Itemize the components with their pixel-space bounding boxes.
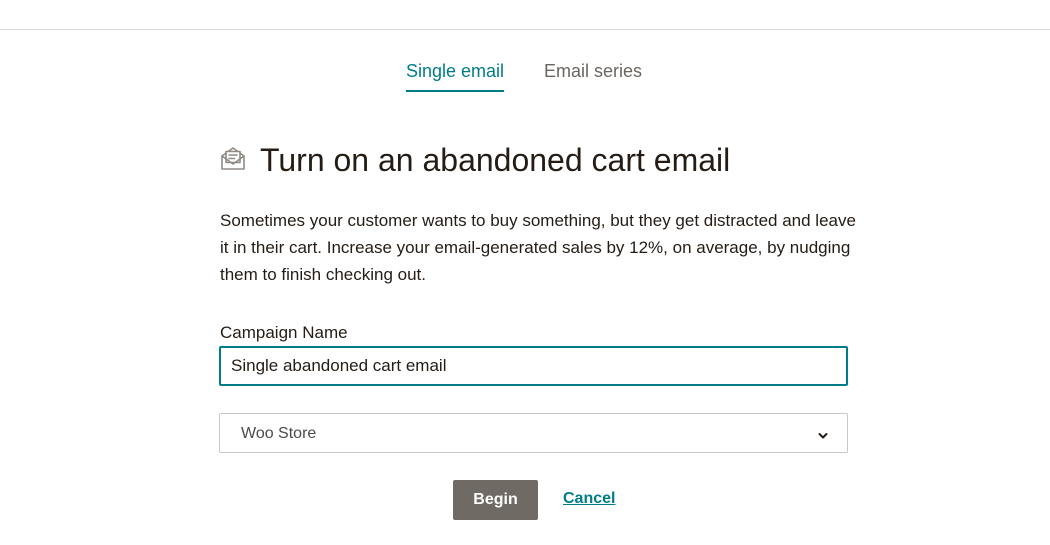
campaign-name-label: Campaign Name — [220, 323, 348, 342]
description-text: Sometimes your customer wants to buy som… — [220, 211, 856, 284]
envelope-letter-icon — [219, 145, 247, 173]
campaign-name-input[interactable] — [219, 346, 848, 386]
begin-button[interactable]: Begin — [453, 480, 538, 520]
page-title: Turn on an abandoned cart email — [260, 142, 731, 178]
tab-email-series[interactable]: Email series — [544, 60, 642, 90]
top-divider — [0, 29, 1050, 30]
chevron-down-icon — [817, 428, 829, 439]
email-type-tabs: Single email Email series — [0, 60, 1050, 94]
store-select-value: Woo Store — [241, 425, 317, 442]
store-select[interactable]: Woo Store — [219, 413, 848, 453]
cancel-link[interactable]: Cancel — [563, 489, 615, 509]
tab-single-email[interactable]: Single email — [406, 60, 505, 92]
